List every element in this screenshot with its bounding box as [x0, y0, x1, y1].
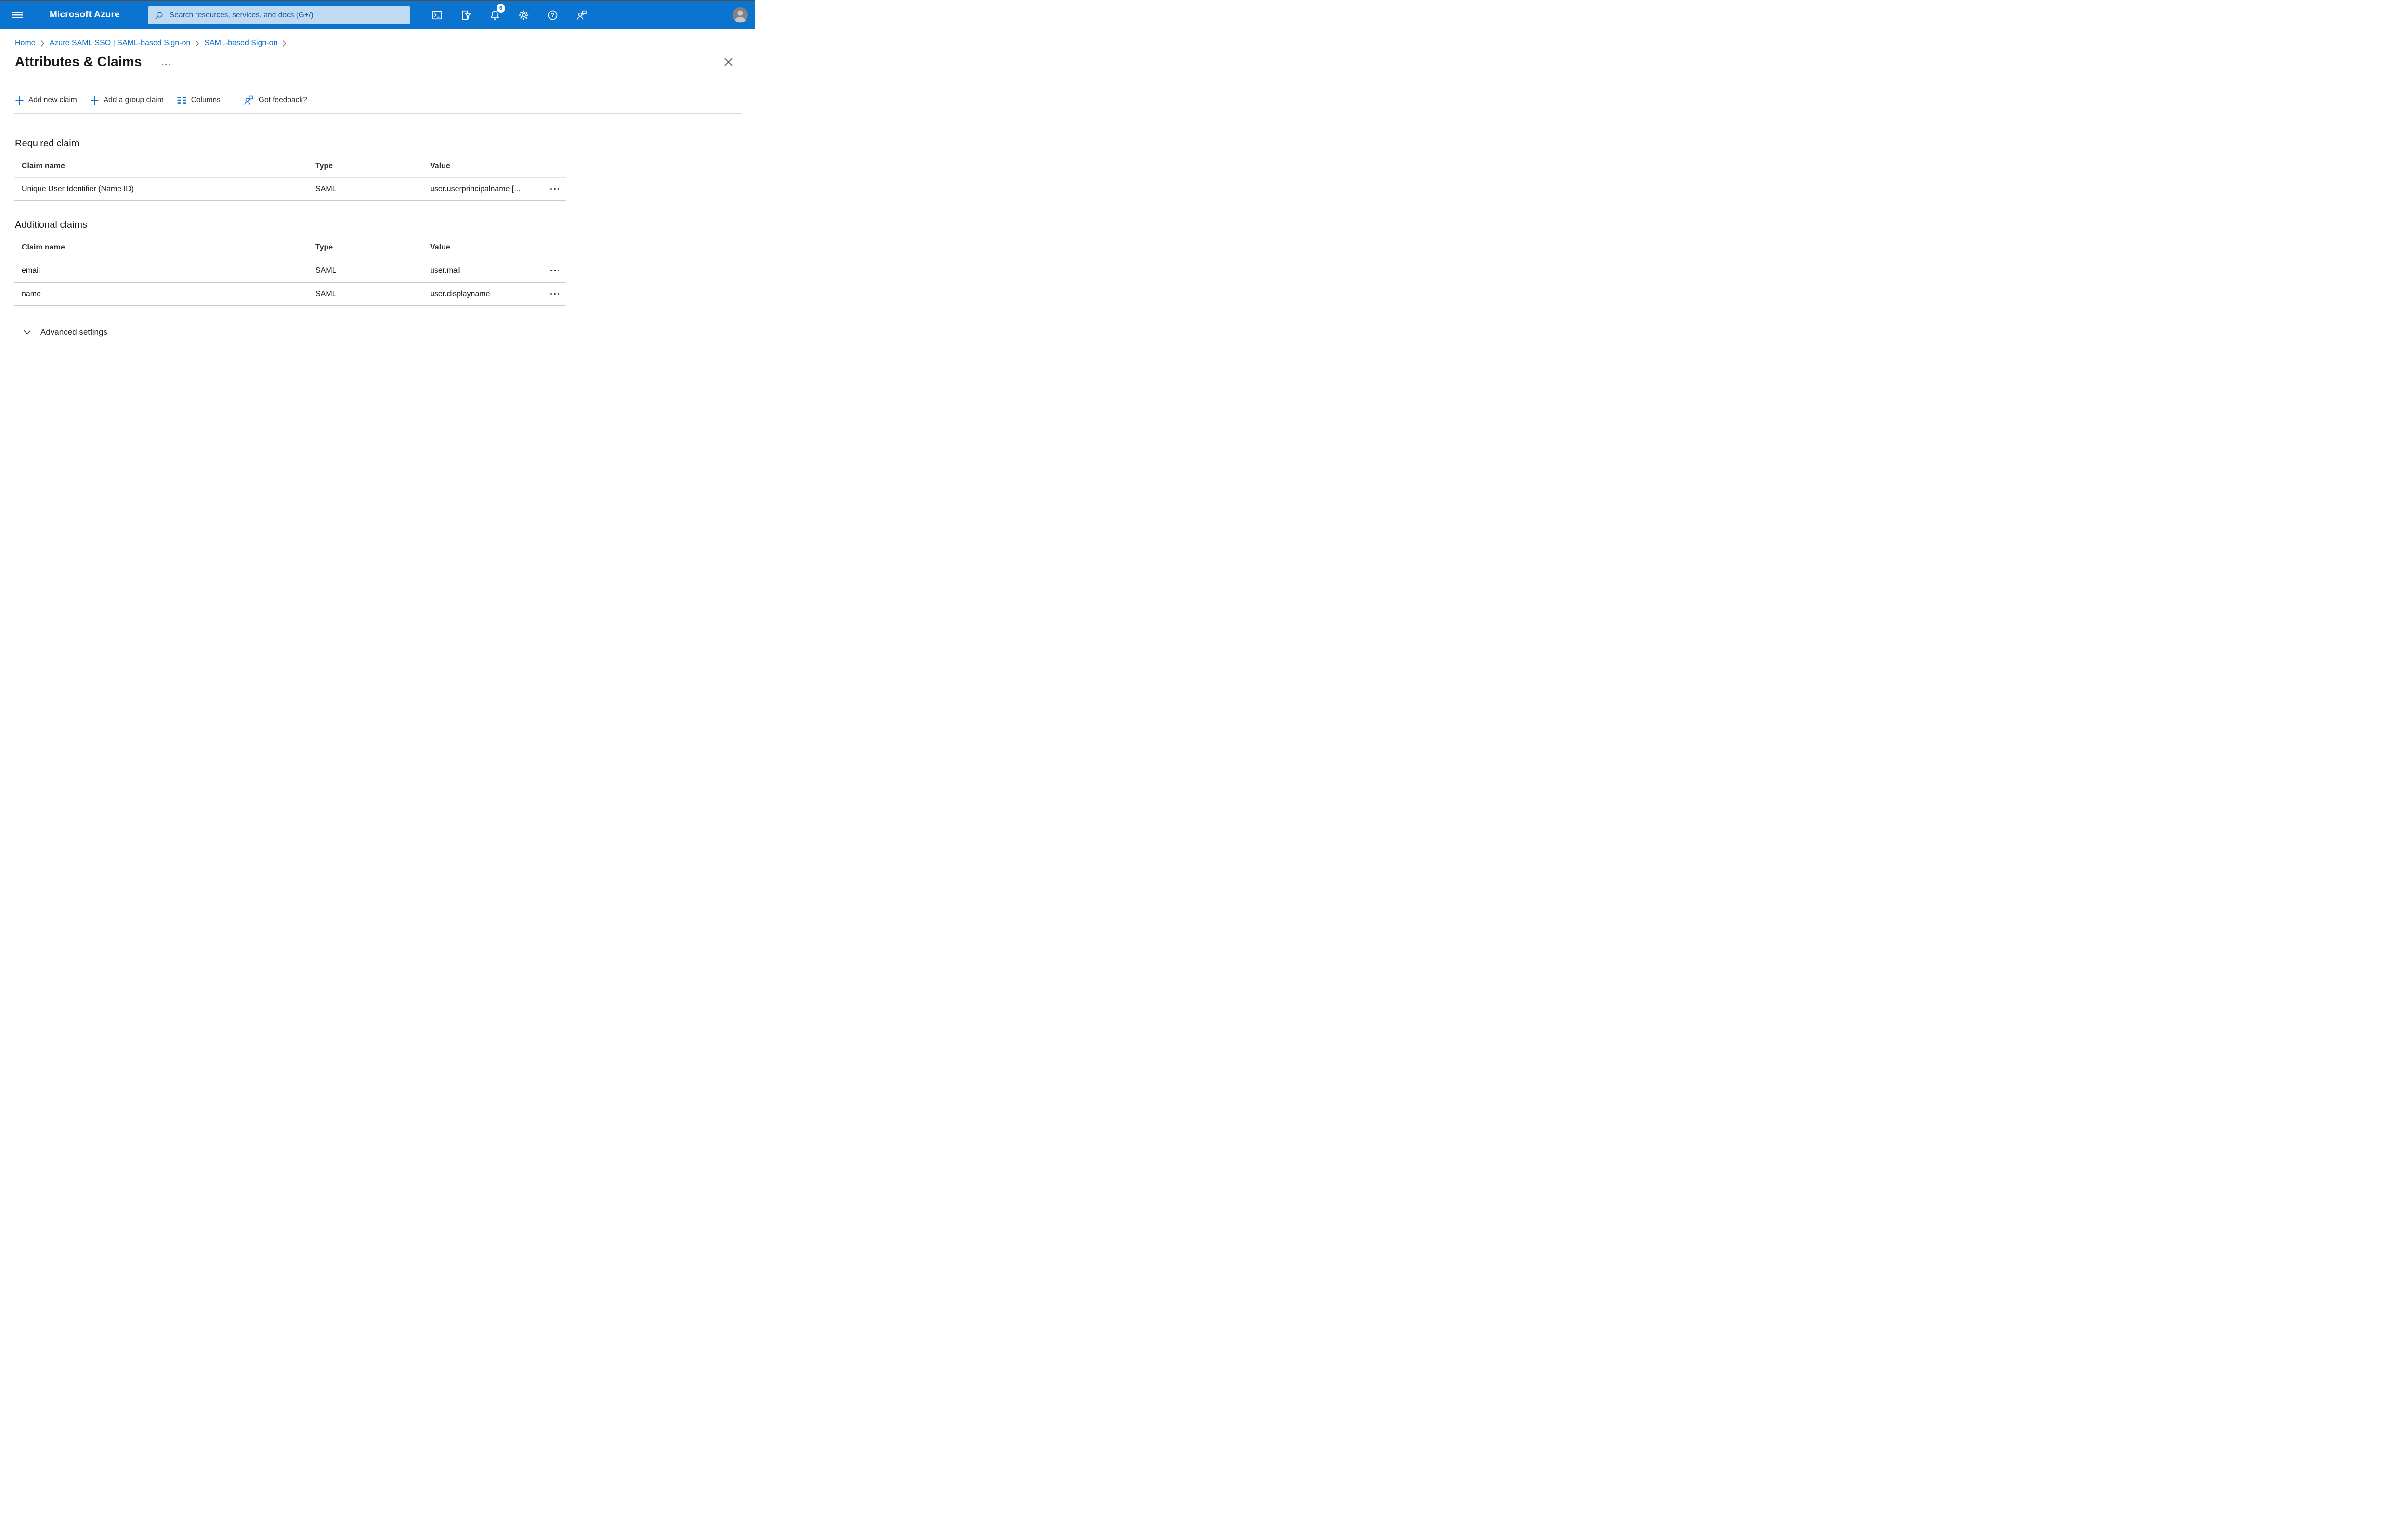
- columns-label: Columns: [191, 96, 221, 104]
- feedback-icon[interactable]: [572, 5, 591, 25]
- chevron-down-icon: [24, 330, 31, 335]
- table-row[interactable]: name SAML user.displayname: [14, 283, 566, 306]
- svg-text:?: ?: [550, 12, 554, 18]
- column-header-claim-name: Claim name: [22, 243, 65, 251]
- feedback-icon: [244, 95, 253, 105]
- search-icon: [155, 11, 163, 19]
- advanced-settings-toggle[interactable]: Advanced settings: [23, 328, 107, 337]
- claim-type-cell: SAML: [315, 184, 337, 193]
- additional-claims-heading: Additional claims: [15, 220, 88, 230]
- got-feedback-label: Got feedback?: [258, 96, 307, 104]
- breadcrumb: Home Azure SAML SSO | SAML-based Sign-on…: [0, 29, 755, 48]
- page-context-menu-icon[interactable]: [160, 62, 172, 67]
- close-icon[interactable]: [722, 56, 734, 68]
- azure-topbar: Microsoft Azure 6: [0, 1, 755, 29]
- claim-name-cell: name: [22, 289, 41, 298]
- brand-title[interactable]: Microsoft Azure: [50, 1, 120, 29]
- got-feedback-button[interactable]: Got feedback?: [243, 94, 307, 106]
- chevron-right-icon: [40, 40, 45, 47]
- table-row[interactable]: Unique User Identifier (Name ID) SAML us…: [14, 178, 566, 201]
- claim-name-cell: Unique User Identifier (Name ID): [22, 184, 134, 193]
- add-new-claim-button[interactable]: Add new claim: [15, 96, 77, 105]
- topbar-actions: 6 ?: [427, 4, 591, 25]
- chevron-right-icon: [282, 40, 287, 47]
- page-title: Attributes & Claims: [15, 54, 142, 69]
- table-header-row: Claim name Type Value: [14, 238, 566, 259]
- claim-value-cell: user.displayname: [430, 289, 490, 298]
- add-new-claim-label: Add new claim: [28, 96, 77, 104]
- required-claim-heading: Required claim: [15, 138, 79, 149]
- advanced-settings-label: Advanced settings: [40, 328, 107, 337]
- command-bar: Add new claim Add a group claim Columns …: [15, 92, 755, 109]
- claim-value-cell: user.userprincipalname [...: [430, 184, 521, 193]
- row-context-menu-icon[interactable]: [549, 268, 566, 274]
- notification-count-badge: 6: [497, 4, 505, 13]
- column-header-type: Type: [315, 243, 333, 251]
- breadcrumb-app[interactable]: Azure SAML SSO | SAML-based Sign-on: [50, 39, 191, 48]
- settings-gear-icon[interactable]: [514, 5, 533, 25]
- table-header-row: Claim name Type Value: [14, 157, 566, 178]
- chevron-right-icon: [195, 40, 199, 47]
- column-header-claim-name: Claim name: [22, 162, 65, 170]
- page-header: Attributes & Claims: [15, 54, 734, 69]
- claim-type-cell: SAML: [315, 266, 337, 275]
- row-context-menu-icon[interactable]: [549, 291, 566, 297]
- directory-filter-icon[interactable]: [456, 5, 475, 25]
- help-icon[interactable]: ?: [543, 5, 562, 25]
- required-claim-table: Claim name Type Value Unique User Identi…: [14, 157, 566, 201]
- breadcrumb-home[interactable]: Home: [15, 39, 36, 48]
- notifications-bell-icon[interactable]: 6: [485, 4, 505, 25]
- search-input[interactable]: [169, 10, 406, 20]
- claim-type-cell: SAML: [315, 289, 337, 298]
- cloud-shell-icon[interactable]: [427, 5, 446, 25]
- global-search[interactable]: [148, 6, 410, 24]
- columns-icon: [177, 97, 186, 104]
- claim-value-cell: user.mail: [430, 266, 461, 275]
- plus-icon: [91, 96, 99, 105]
- claim-name-cell: email: [22, 266, 40, 275]
- add-group-claim-label: Add a group claim: [103, 96, 164, 104]
- additional-claims-table: Claim name Type Value email SAML user.ma…: [14, 238, 566, 306]
- breadcrumb-saml-signon[interactable]: SAML-based Sign-on: [204, 39, 277, 48]
- add-group-claim-button[interactable]: Add a group claim: [90, 96, 164, 105]
- row-context-menu-icon[interactable]: [549, 186, 566, 192]
- account-avatar[interactable]: [733, 7, 748, 23]
- toolbar-divider: [14, 113, 742, 114]
- table-row[interactable]: email SAML user.mail: [14, 259, 566, 283]
- column-header-type: Type: [315, 162, 333, 170]
- columns-button[interactable]: Columns: [177, 95, 221, 105]
- plus-icon: [15, 96, 24, 105]
- column-header-value: Value: [430, 162, 450, 170]
- hamburger-menu-icon[interactable]: [8, 5, 27, 25]
- column-header-value: Value: [430, 243, 450, 251]
